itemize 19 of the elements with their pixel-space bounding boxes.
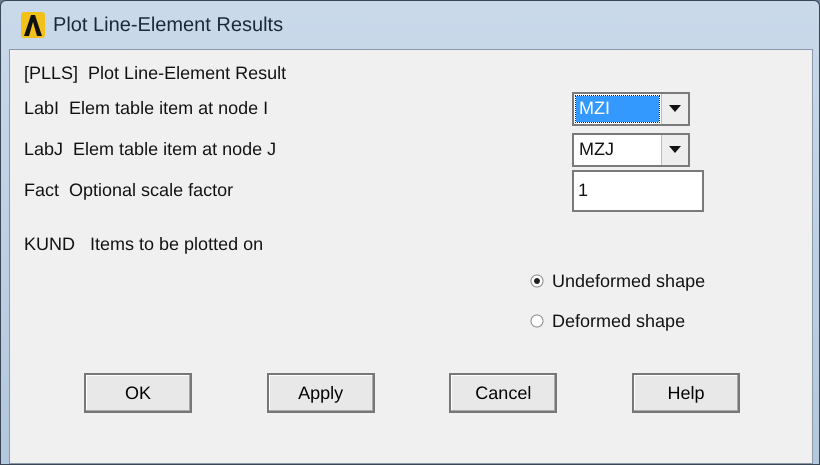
logo-icon [21, 12, 45, 38]
dialog-button[interactable]: Cancel [449, 373, 558, 413]
dialog-button[interactable]: Apply [266, 373, 375, 413]
dialog-button[interactable]: OK [84, 373, 192, 413]
caret-icon [669, 146, 681, 153]
command-label: [PLLS] Plot Line-Element Result [24, 62, 286, 84]
dialog-button[interactable]: Help [632, 373, 740, 413]
radio-label[interactable]: Undeformed shape [552, 270, 706, 292]
radio-button[interactable] [530, 274, 544, 288]
radio-button[interactable] [530, 314, 544, 328]
radio-label[interactable]: Deformed shape [552, 310, 686, 332]
caret-icon [669, 105, 681, 112]
field-label: LabJ Elem table item at node J [24, 139, 276, 160]
field-label: KUND Items to be plotted on [24, 234, 264, 255]
input-field[interactable]: 1 [572, 170, 704, 212]
field-label: LabI Elem table item at node I [24, 98, 268, 119]
field-label: Fact Optional scale factor [24, 180, 234, 201]
window-title: Plot Line-Element Results [53, 14, 284, 36]
dropdown[interactable]: MZJ [572, 132, 690, 166]
